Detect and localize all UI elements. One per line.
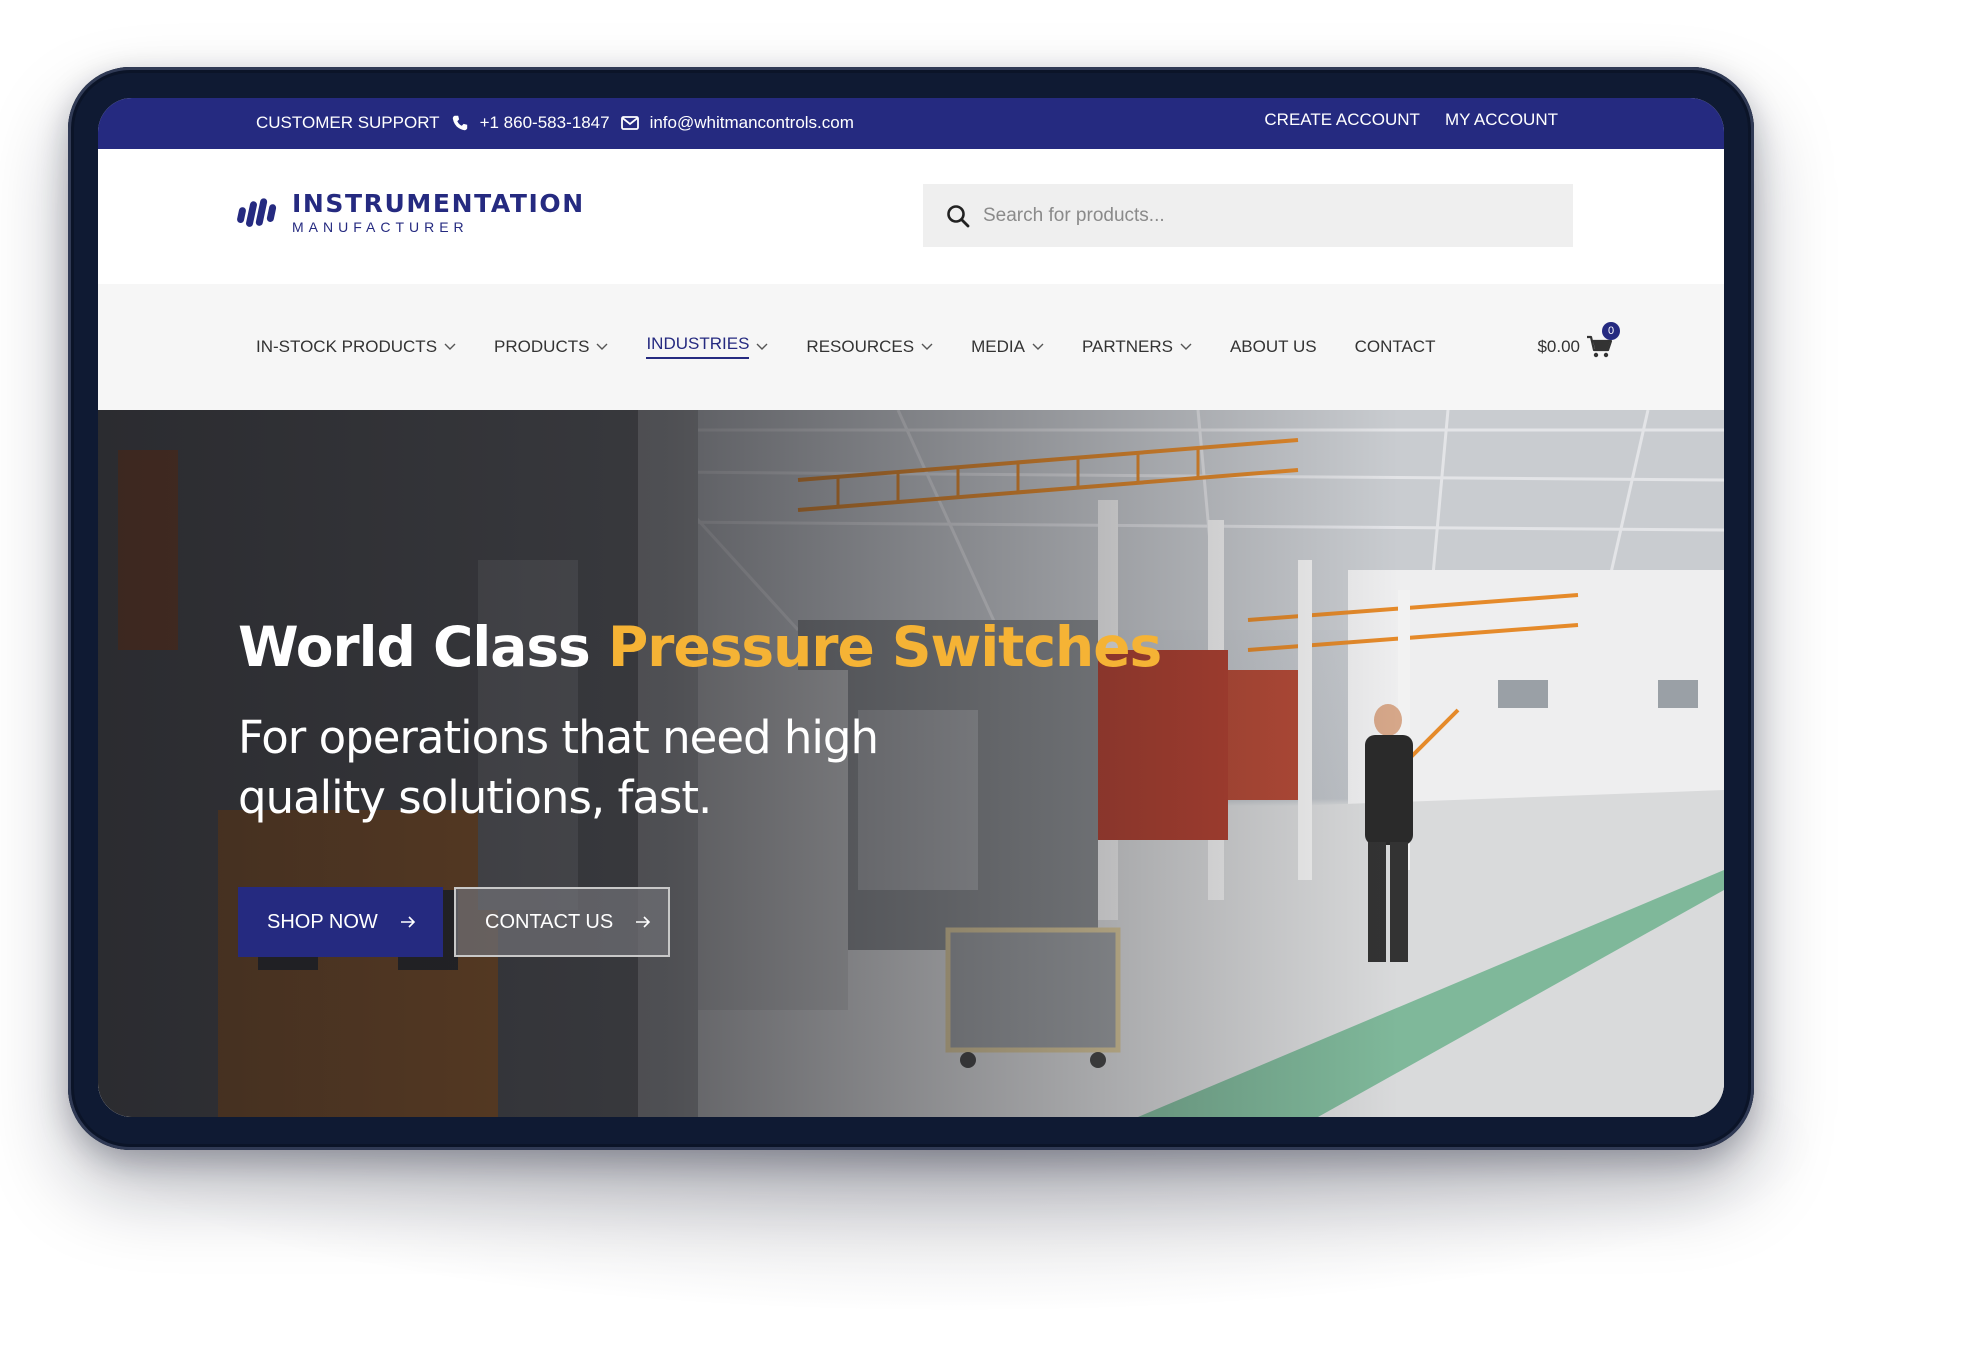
cart-icon[interactable]: 0 [1586,322,1620,360]
hero-headline: World Class Pressure Switches [238,615,1162,679]
site-header: INSTRUMENTATION MANUFACTURER [98,149,1724,284]
customer-support-info: CUSTOMER SUPPORT +1 860-583-1847 info@wh… [256,113,854,133]
nav-item-label: PARTNERS [1081,336,1173,356]
mail-icon [620,116,639,130]
nav-item-label: RESOURCES [806,336,915,356]
nav-item-label: MEDIA [971,336,1025,356]
cart-total: $0.00 [1537,337,1580,356]
logo-line-2: MANUFACTURER [292,219,469,235]
product-search-box[interactable] [923,184,1573,247]
cart-count-badge: 0 [1602,322,1620,340]
browser-screen: CUSTOMER SUPPORT +1 860-583-1847 info@wh… [98,98,1724,1117]
shop-now-button[interactable]: SHOP NOW [238,887,443,957]
customer-support-label: CUSTOMER SUPPORT [256,113,440,132]
nav-item-contact[interactable]: CONTACT [1355,334,1436,359]
contact-us-button[interactable]: CONTACT US [454,887,670,957]
logo-bars-icon [237,198,277,227]
top-utility-bar: CUSTOMER SUPPORT +1 860-583-1847 info@wh… [98,98,1724,149]
arrow-right-icon [636,916,651,928]
hero-banner: World Class Pressure Switches For operat… [98,410,1724,1117]
nav-item-label: IN-STOCK PRODUCTS [256,336,438,356]
nav-item-in-stock-products[interactable]: IN-STOCK PRODUCTS [256,334,456,359]
mini-cart[interactable]: $0.00 0 [1537,322,1620,360]
nav-item-about-us[interactable]: ABOUT US [1230,334,1317,359]
contact-us-label: CONTACT US [485,910,614,933]
shop-now-label: SHOP NOW [267,910,378,933]
phone-icon [452,115,467,131]
chevron-down-icon [1180,343,1192,350]
logo-line-1: INSTRUMENTATION [292,189,585,218]
chevron-down-icon [921,343,933,350]
hero-headline-accent: Pressure Switches [607,615,1162,679]
nav-item-partners[interactable]: PARTNERS [1082,334,1192,359]
nav-item-label: PRODUCTS [494,336,590,356]
tablet-device-frame: CUSTOMER SUPPORT +1 860-583-1847 info@wh… [68,67,1754,1150]
my-account-link[interactable]: MY ACCOUNT [1445,110,1558,130]
nav-item-products[interactable]: PRODUCTS [494,334,608,359]
nav-item-label: ABOUT US [1229,336,1317,356]
hero-subheadline: For operations that need high quality so… [238,711,879,824]
account-links: CREATE ACCOUNT MY ACCOUNT [1264,110,1558,130]
phone-link[interactable]: +1 860-583-1847 [480,113,610,133]
arrow-right-icon [400,916,415,928]
chevron-down-icon [1032,343,1044,350]
hero-headline-part1: World Class [238,615,608,679]
nav-item-label: INDUSTRIES [646,334,750,359]
nav-menu: IN-STOCK PRODUCTS PRODUCTS INDUSTRIES RE… [256,334,1473,359]
nav-item-resources[interactable]: RESOURCES [806,334,933,359]
email-link[interactable]: info@whitmancontrols.com [650,113,854,133]
site-logo[interactable]: INSTRUMENTATION MANUFACTURER [236,191,585,235]
chevron-down-icon [596,343,608,350]
nav-item-industries[interactable]: INDUSTRIES [646,334,768,359]
search-input[interactable] [981,203,1545,228]
nav-item-media[interactable]: MEDIA [971,334,1044,359]
logo-wordmark: INSTRUMENTATION MANUFACTURER [292,189,585,236]
nav-item-label: CONTACT [1354,336,1436,356]
search-icon[interactable] [945,203,971,229]
create-account-link[interactable]: CREATE ACCOUNT [1264,110,1420,130]
main-navigation: IN-STOCK PRODUCTS PRODUCTS INDUSTRIES RE… [98,284,1724,410]
chevron-down-icon [756,343,768,350]
chevron-down-icon [444,343,456,350]
